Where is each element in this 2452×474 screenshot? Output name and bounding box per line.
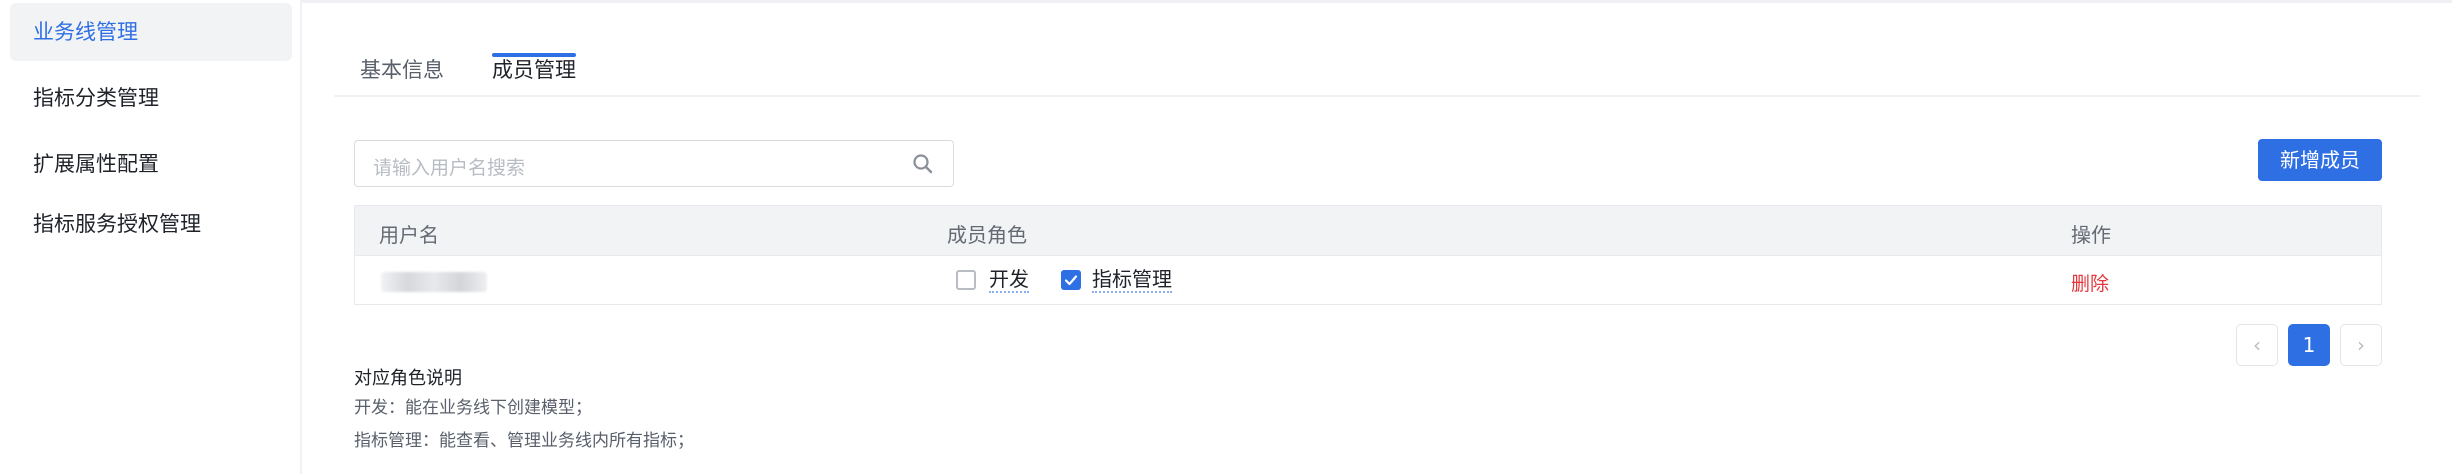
username-redacted <box>381 272 487 292</box>
tab-member-management[interactable]: 成员管理 <box>492 54 576 84</box>
sidebar: 业务线管理 指标分类管理 扩展属性配置 指标服务授权管理 <box>0 0 302 474</box>
pagination-next-button[interactable]: › <box>2340 324 2382 366</box>
column-header-action: 操作 <box>2071 223 2111 247</box>
role-checkbox-dev[interactable] <box>956 270 976 290</box>
search-placeholder: 请输入用户名搜索 <box>373 157 526 179</box>
table-header: 用户名 成员角色 操作 <box>355 206 2381 256</box>
active-tab-indicator <box>492 53 576 57</box>
role-description-metric-admin: 指标管理：能查看、管理业务线内所有指标； <box>354 431 694 451</box>
role-description-title: 对应角色说明 <box>354 368 462 389</box>
delete-member-link[interactable]: 删除 <box>2071 269 2109 296</box>
role-label-dev: 开发 <box>989 267 1029 293</box>
top-divider <box>0 0 2452 3</box>
pagination-page-1[interactable]: 1 <box>2288 324 2330 366</box>
pagination-prev-button[interactable]: ‹ <box>2236 324 2278 366</box>
role-label-metric-admin: 指标管理 <box>1092 267 1172 293</box>
sidebar-item-extended-attributes[interactable]: 扩展属性配置 <box>10 135 292 193</box>
sidebar-item-metric-category[interactable]: 指标分类管理 <box>10 69 292 127</box>
role-checkbox-metric-admin[interactable] <box>1061 270 1081 290</box>
column-header-username: 用户名 <box>379 223 439 247</box>
check-icon <box>1064 275 1078 286</box>
sidebar-item-service-authorization[interactable]: 指标服务授权管理 <box>10 195 292 253</box>
role-description: 对应角色说明 开发：能在业务线下创建模型； 指标管理：能查看、管理业务线内所有指… <box>354 366 694 458</box>
table-row: 开发 指标管理 删除 <box>355 256 2381 305</box>
role-description-dev: 开发：能在业务线下创建模型； <box>354 398 592 418</box>
tab-bar: 基本信息 成员管理 <box>334 40 2420 97</box>
search-input[interactable]: 请输入用户名搜索 <box>354 140 954 187</box>
sidebar-item-business-line[interactable]: 业务线管理 <box>10 3 292 61</box>
tab-basic-info[interactable]: 基本信息 <box>360 54 444 84</box>
column-header-role: 成员角色 <box>947 223 1027 247</box>
add-member-button[interactable]: 新增成员 <box>2258 139 2382 181</box>
search-icon[interactable] <box>911 152 935 176</box>
member-table: 用户名 成员角色 操作 开发 指标管理 删除 <box>354 205 2382 305</box>
